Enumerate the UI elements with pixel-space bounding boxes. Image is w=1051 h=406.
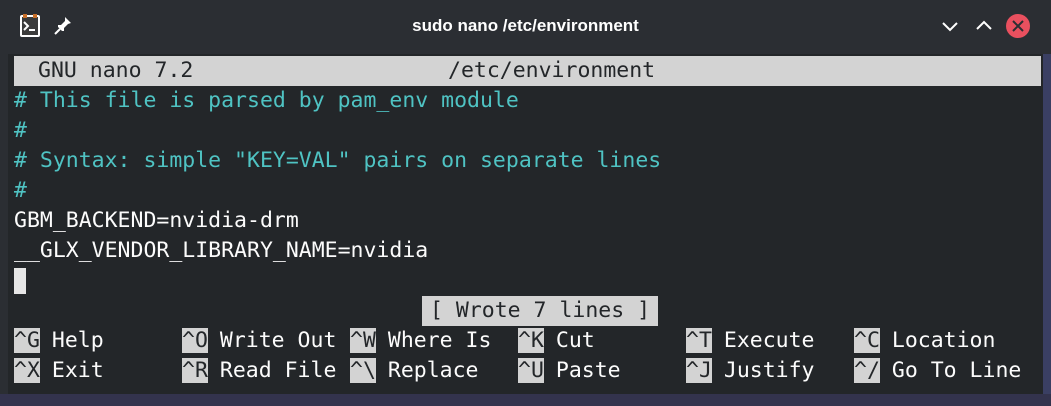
shortcut-label: Execute <box>723 328 815 353</box>
file-line-5[interactable]: GBM_BACKEND=nvidia-drm <box>14 206 299 236</box>
file-line-2[interactable]: # <box>14 116 27 146</box>
shortcut-label: Justify <box>723 358 815 383</box>
shortcut-help[interactable]: ^G Help <box>14 326 104 356</box>
shortcut-read-file[interactable]: ^R Read File <box>182 356 336 386</box>
chevron-down-icon[interactable] <box>937 13 963 39</box>
shortcut-replace[interactable]: ^\ Replace <box>350 356 479 386</box>
shortcut-key: ^/ <box>854 358 880 383</box>
file-line-6[interactable]: __GLX_VENDOR_LIBRARY_NAME=nvidia <box>14 236 428 266</box>
shortcut-label: Replace <box>387 358 479 383</box>
shortcut-key: ^\ <box>350 358 376 383</box>
desktop-background-bottom <box>0 394 1051 406</box>
shortcut-paste[interactable]: ^U Paste <box>518 356 621 386</box>
shortcut-label: Where Is <box>387 328 492 353</box>
shortcut-justify[interactable]: ^J Justify <box>686 356 815 386</box>
shortcut-label: Read File <box>219 358 337 383</box>
close-icon[interactable] <box>1005 13 1031 39</box>
shortcut-key: ^X <box>14 358 40 383</box>
text-cursor <box>14 268 26 294</box>
file-line-4[interactable]: # <box>14 176 27 206</box>
shortcut-write-out[interactable]: ^O Write Out <box>182 326 336 356</box>
shortcut-execute[interactable]: ^T Execute <box>686 326 815 356</box>
terminal-window: sudo nano /etc/environment GNU nano 7.2 … <box>0 0 1051 406</box>
nano-version: GNU nano 7.2 <box>38 58 194 83</box>
shortcut-label: Write Out <box>219 328 337 353</box>
shortcut-label: Location <box>891 328 996 353</box>
shortcut-key: ^O <box>182 328 208 353</box>
title-bar[interactable]: sudo nano /etc/environment <box>0 0 1051 54</box>
chevron-up-icon[interactable] <box>971 13 997 39</box>
desktop-background-right <box>1043 54 1051 394</box>
shortcut-key: ^U <box>518 358 544 383</box>
shortcut-key: ^C <box>854 328 880 353</box>
nano-header: GNU nano 7.2 /etc/environment <box>14 56 1041 86</box>
shortcut-key: ^J <box>686 358 712 383</box>
shortcut-go-to-line[interactable]: ^/ Go To Line <box>854 356 1021 386</box>
shortcut-where-is[interactable]: ^W Where Is <box>350 326 491 356</box>
file-line-1[interactable]: # This file is parsed by pam_env module <box>14 86 519 116</box>
shortcut-label: Paste <box>555 358 621 383</box>
terminal-content[interactable]: GNU nano 7.2 /etc/environment # This fil… <box>8 54 1041 394</box>
status-message: [ Wrote 7 lines ] <box>422 296 659 326</box>
nano-filename: /etc/environment <box>448 58 656 83</box>
window-title: sudo nano /etc/environment <box>412 16 639 35</box>
shortcut-key: ^K <box>518 328 544 353</box>
shortcut-label: Help <box>51 328 104 353</box>
shortcut-cut[interactable]: ^K Cut <box>518 326 595 356</box>
shortcut-key: ^R <box>182 358 208 383</box>
shortcut-location[interactable]: ^C Location <box>854 326 995 356</box>
shortcut-label: Cut <box>555 328 595 353</box>
shortcut-label: Exit <box>51 358 104 383</box>
shortcut-key: ^T <box>686 328 712 353</box>
shortcut-exit[interactable]: ^X Exit <box>14 356 104 386</box>
shortcut-label: Go To Line <box>891 358 1022 383</box>
file-line-3[interactable]: # Syntax: simple "KEY=VAL" pairs on sepa… <box>14 146 661 176</box>
shortcut-key: ^W <box>350 328 376 353</box>
window-border-left <box>0 54 8 394</box>
shortcut-key: ^G <box>14 328 40 353</box>
